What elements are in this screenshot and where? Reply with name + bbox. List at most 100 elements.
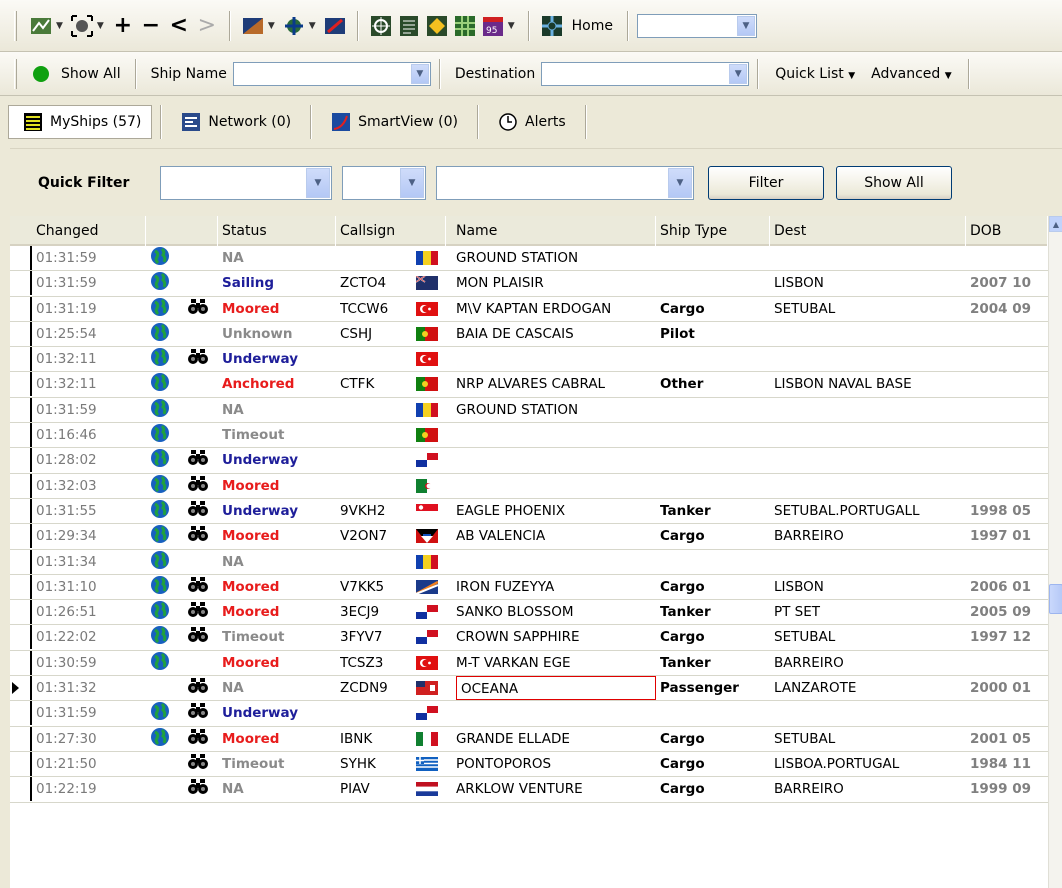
binoculars-icon[interactable] (188, 727, 210, 751)
scroll-thumb[interactable] (1049, 584, 1062, 614)
quick-filter-field-combo[interactable]: ▼ (160, 166, 332, 200)
row-indicator[interactable] (10, 726, 32, 751)
advanced-menu[interactable]: Advanced ▼ (863, 66, 960, 82)
globe-icon[interactable] (150, 550, 172, 574)
binoculars-icon[interactable] (188, 322, 210, 346)
binoculars-icon[interactable] (188, 524, 210, 548)
chevron-down-icon[interactable]: ▼ (729, 63, 748, 84)
zoom-out-icon[interactable]: − (140, 13, 162, 38)
binoculars-icon[interactable] (188, 398, 210, 422)
globe-icon[interactable] (150, 347, 172, 371)
quick-list-menu[interactable]: Quick List ▼ (767, 66, 863, 82)
table-row[interactable]: 01:31:19 Moored TCCW6 M\V KAPTAN ERDOGAN Car… (10, 296, 1048, 322)
chevron-down-icon[interactable]: ▼ (410, 63, 429, 84)
satellite-icon[interactable] (283, 15, 305, 37)
table-row[interactable]: 01:31:34 NA (10, 549, 1048, 575)
binoculars-icon[interactable] (188, 448, 210, 472)
globe-icon[interactable] (150, 625, 172, 649)
binoculars-icon[interactable] (188, 701, 210, 725)
back-icon[interactable]: < (168, 13, 190, 38)
table-row[interactable]: 01:27:30 Moored IBNK GRANDE ELLADE Cargo SETU… (10, 726, 1048, 752)
destination-combo[interactable]: ▼ (541, 61, 750, 86)
binoculars-icon[interactable] (188, 676, 210, 700)
table-row[interactable]: 01:31:32 NA ZCDN9 OCEANA Passenger LANZAROTE 2… (10, 676, 1048, 702)
table-row[interactable]: 01:31:59 NA GROUND STATION (10, 397, 1048, 424)
row-indicator[interactable] (10, 473, 32, 498)
column-header-changed[interactable]: Changed (10, 216, 146, 246)
row-indicator[interactable] (10, 321, 32, 346)
row-indicator[interactable] (10, 423, 32, 448)
quick-filter-operator-combo[interactable]: ▼ (342, 166, 426, 200)
row-indicator[interactable] (10, 397, 32, 422)
quick-filter-value-combo[interactable]: ▼ (436, 166, 694, 200)
binoculars-icon[interactable] (188, 372, 210, 396)
row-indicator[interactable] (10, 625, 32, 650)
column-header-icons[interactable] (146, 216, 218, 246)
binoculars-icon[interactable] (188, 777, 210, 801)
row-indicator[interactable] (10, 448, 32, 473)
row-indicator[interactable] (10, 549, 32, 574)
globe-icon[interactable] (150, 246, 172, 270)
vertical-scrollbar[interactable]: ▲ (1048, 216, 1062, 888)
cell-name[interactable]: OCEANA (456, 676, 656, 701)
row-indicator[interactable] (10, 650, 32, 675)
toolbar-grip[interactable] (14, 10, 17, 41)
chevron-down-icon[interactable]: ▼ (56, 21, 63, 31)
column-header-name[interactable]: Name (446, 216, 656, 246)
binoculars-icon[interactable] (188, 752, 210, 776)
chevron-down-icon[interactable]: ▼ (97, 21, 104, 31)
tab-network[interactable]: Network (0) (166, 105, 302, 139)
globe-icon[interactable] (150, 600, 172, 624)
zoom-in-icon[interactable]: + (112, 13, 134, 38)
row-indicator[interactable] (10, 600, 32, 625)
row-indicator[interactable] (10, 676, 32, 701)
row-indicator[interactable] (10, 246, 32, 270)
globe-icon[interactable] (150, 423, 172, 447)
home-label[interactable]: Home (566, 18, 619, 34)
globe-icon[interactable] (150, 271, 172, 295)
globe-icon[interactable] (150, 651, 172, 675)
map-layer-icon[interactable] (242, 15, 264, 37)
column-header-dest[interactable]: Dest (770, 216, 966, 246)
table-row[interactable]: 01:30:59 Moored TCSZ3 M-T VARKAN EGE Tanker B… (10, 650, 1048, 677)
globe-icon[interactable] (150, 372, 172, 396)
table-row[interactable]: 01:28:02 Underway (10, 448, 1048, 474)
toolbar-grip[interactable] (14, 58, 17, 89)
chevron-down-icon[interactable]: ▼ (309, 21, 316, 31)
row-indicator[interactable] (10, 751, 32, 776)
binoculars-icon[interactable] (188, 271, 210, 295)
tab-smartview[interactable]: SmartView (0) (316, 105, 469, 139)
binoculars-icon[interactable] (188, 297, 210, 321)
binoculars-icon[interactable] (188, 575, 210, 599)
column-header-callsign[interactable]: Callsign (336, 216, 446, 246)
binoculars-icon[interactable] (188, 651, 210, 675)
binoculars-icon[interactable] (188, 600, 210, 624)
row-indicator[interactable] (10, 296, 32, 321)
forward-icon[interactable]: > (196, 13, 218, 38)
table-row[interactable]: 01:29:34 Moored V2ON7 AB VALENCIA Cargo BARRE… (10, 524, 1048, 550)
ship-name-combo[interactable]: ▼ (232, 61, 431, 86)
binoculars-icon[interactable] (188, 474, 210, 498)
chart-select-icon[interactable] (30, 15, 52, 37)
binoculars-icon[interactable] (188, 347, 210, 371)
table-row[interactable]: 01:25:54 Unknown CSHJ BAIA DE CASCAIS Pilot (10, 321, 1048, 348)
show-all-filter-button[interactable]: Show All (836, 166, 952, 200)
chevron-down-icon[interactable]: ▼ (268, 21, 275, 31)
chevron-down-icon[interactable]: ▼ (668, 168, 692, 198)
row-indicator[interactable] (10, 574, 32, 599)
globe-icon[interactable] (150, 524, 172, 548)
globe-icon[interactable] (150, 676, 172, 700)
show-all-button[interactable]: Show All (55, 66, 127, 82)
binoculars-icon[interactable] (188, 499, 210, 523)
home-icon[interactable] (541, 15, 563, 37)
globe-icon[interactable] (150, 448, 172, 472)
globe-icon[interactable] (150, 297, 172, 321)
radar-icon[interactable] (426, 15, 448, 37)
table-row[interactable]: 01:22:19 NA PIAV ARKLOW VENTURE Cargo BARREIR… (10, 777, 1048, 803)
table-row[interactable]: 01:32:11 Anchored CTFK NRP ALVARES CABRAL Ot… (10, 372, 1048, 398)
calendar-icon[interactable]: 95 (482, 15, 504, 37)
filter-button[interactable]: Filter (708, 166, 824, 200)
row-indicator[interactable] (10, 701, 32, 726)
row-indicator[interactable] (10, 777, 32, 802)
row-indicator[interactable] (10, 372, 32, 397)
